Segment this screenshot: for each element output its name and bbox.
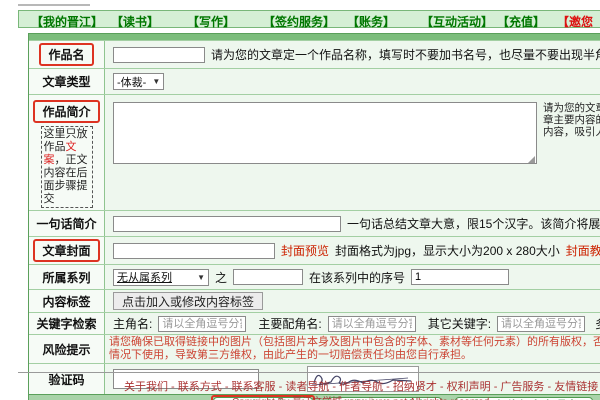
keyword-other-label: 其它关键字: <box>427 317 492 331</box>
series-selected: 无从属系列 <box>117 272 172 284</box>
work-name-hint: 请为您的文章定一个作品名称，填写时不要加书名号，也尽量不要出现半角符号，以免造成… <box>211 48 600 62</box>
series-order-input[interactable] <box>411 269 510 285</box>
footer-divider <box>18 372 600 373</box>
cover-preview-link[interactable]: 封面预览 <box>281 242 329 259</box>
keyword-protagonist-label: 主角名: <box>113 317 153 331</box>
tags-label: 内容标签 <box>42 294 91 309</box>
cover-format-hint: 封面格式为jpg，显示大小为200 x 280大小 <box>335 244 560 258</box>
annotation-box-cover: 文章封面 <box>33 239 100 262</box>
nav-writing[interactable]: 【写作】 <box>187 13 235 30</box>
article-type-label-cell: 文章类型 <box>29 69 105 94</box>
series-select[interactable]: 无从属系列 ▼ <box>113 268 209 286</box>
nav-accounts[interactable]: 【账务】 <box>347 13 395 30</box>
cover-input[interactable] <box>113 242 275 259</box>
row-keywords: 关键字检索 主角名: 主要配角名: 其它关键字: 多个角色名 <box>29 312 600 334</box>
captcha-label-cell: 验证码 <box>29 364 105 394</box>
captcha-label: 验证码 <box>48 372 85 387</box>
work-name-cell: 请为您的文章定一个作品名称，填写时不要加书名号，也尽量不要出现半角符号，以免造成… <box>105 41 600 68</box>
keyword-other-input[interactable] <box>497 315 586 332</box>
nav-my-jinjiang[interactable]: 【我的晋江】 <box>31 13 103 30</box>
risk-text-line1: 请您确保已取得链接中的图片（包括图片本身及图片中包含的字体、素材等任何元素）的所… <box>109 336 600 348</box>
row-article-type: 文章类型 -体裁- ▼ <box>29 68 600 94</box>
work-intro-label-cell: 作品简介 这里只放作品文案，正文内容在后面步骤提交 <box>29 95 105 210</box>
work-intro-textarea-wrap <box>113 102 537 167</box>
row-series: 所属系列 无从属系列 ▼ 之 在该系列中的序号 <box>29 264 600 289</box>
row-cover: 文章封面 封面预览 封面格式为jpg，显示大小为200 x 280大小 封面教程… <box>29 236 600 264</box>
tags-cell: 点击加入或修改内容标签 <box>105 290 600 312</box>
article-type-cell: -体裁- ▼ <box>105 69 600 94</box>
work-name-label-cell: 作品名 <box>29 41 105 68</box>
submission-form: 作品名 请为您的文章定一个作品名称，填写时不要加书名号，也尽量不要出现半角符号，… <box>28 33 600 400</box>
nav-recharge[interactable]: 【充值】 <box>497 13 545 30</box>
risk-cell: 请您确保已取得链接中的图片（包括图片本身及图片中包含的字体、素材等任何元素）的所… <box>105 335 600 363</box>
work-intro-cell: 请为您的文章 章主要内容的 内容，吸引人 <box>105 95 600 210</box>
annotation-box-work-intro: 作品简介 <box>33 100 100 123</box>
article-type-select[interactable]: -体裁- ▼ <box>113 73 165 90</box>
footer-copyright: Copyright By 晋江文学城 www.jjwxc.net All rig… <box>232 393 489 400</box>
one-line-label: 一句话简介 <box>36 217 97 231</box>
series-order-label: 在该系列中的序号 <box>309 270 406 285</box>
cover-tutorial-link[interactable]: 封面教程 <box>566 242 600 259</box>
row-work-intro: 作品简介 这里只放作品文案，正文内容在后面步骤提交 请为您的文章 章主要内容的 … <box>29 94 600 210</box>
work-name-input[interactable] <box>113 46 205 63</box>
resize-grip-icon[interactable] <box>528 156 535 163</box>
work-intro-hint: 请为您的文章 章主要内容的 内容，吸引人 <box>543 102 600 138</box>
keywords-label-cell: 关键字检索 <box>29 313 105 334</box>
risk-label: 风险提示 <box>42 342 91 357</box>
work-intro-hint-line: 请为您的文章 <box>543 102 600 114</box>
cover-cell: 封面预览 封面格式为jpg，显示大小为200 x 280大小 封面教程 【封面 <box>105 237 600 264</box>
nav-contract[interactable]: 【签约服务】 <box>263 13 335 30</box>
row-risk-warning: 风险提示 请您确保已取得链接中的图片（包括图片本身及图片中包含的字体、素材等任何… <box>29 334 600 363</box>
keywords-cell: 主角名: 主要配角名: 其它关键字: 多个角色名 <box>105 313 600 334</box>
nav-invite[interactable]: 【邀您 <box>557 13 593 30</box>
page: 【我的晋江】 【读书】 【写作】 【签约服务】 【账务】 【互动活动】 【充值】… <box>0 0 600 400</box>
annotation-box-work-name: 作品名 <box>39 43 94 66</box>
edit-tags-button[interactable]: 点击加入或修改内容标签 <box>113 292 264 310</box>
chevron-down-icon: ▼ <box>197 272 205 282</box>
chevron-down-icon: ▼ <box>152 77 161 86</box>
keyword-protagonist-input[interactable] <box>158 315 247 332</box>
keywords-tail-hint: 多个角色名 <box>595 315 600 332</box>
work-intro-label: 作品简介 <box>42 105 91 119</box>
series-cell: 无从属系列 ▼ 之 在该系列中的序号 <box>105 265 600 289</box>
work-intro-hint-line: 内容，吸引人 <box>543 126 600 138</box>
work-name-label: 作品名 <box>48 48 85 62</box>
work-intro-hint-line: 章主要内容的 <box>543 114 600 126</box>
one-line-label-cell: 一句话简介 <box>29 211 105 236</box>
nav-activities[interactable]: 【互动活动】 <box>421 13 493 30</box>
tags-label-cell: 内容标签 <box>29 290 105 312</box>
footer-links[interactable]: 关于我们 - 联系方式 - 联系客服 - 读者导航 - 作者导航 - 招纳贤才 … <box>124 378 600 394</box>
series-name-input[interactable] <box>233 269 304 285</box>
nav-reading[interactable]: 【读书】 <box>111 13 159 30</box>
work-intro-note: 这里只放作品文案，正文内容在后面步骤提交 <box>40 126 93 208</box>
top-divider <box>18 4 90 6</box>
risk-text-line2: 情况下使用，导致第三方维权，由此产生的一切赔偿责任均由您自行承担。 <box>109 348 472 361</box>
article-type-selected: -体裁- <box>117 76 147 89</box>
article-type-label: 文章类型 <box>42 75 91 89</box>
one-line-hint: 一句话总结文章大意，限15个汉字。该简介将展示在文 <box>347 217 600 231</box>
risk-label-cell: 风险提示 <box>29 335 105 363</box>
work-intro-textarea[interactable] <box>113 102 537 164</box>
cover-label-cell: 文章封面 <box>29 237 105 264</box>
top-navbar: 【我的晋江】 【读书】 【写作】 【签约服务】 【账务】 【互动活动】 【充值】… <box>18 10 600 30</box>
row-work-name: 作品名 请为您的文章定一个作品名称，填写时不要加书名号，也尽量不要出现半角符号，… <box>29 40 600 68</box>
keyword-supporting-input[interactable] <box>327 315 416 332</box>
keyword-supporting-label: 主要配角名: <box>258 317 322 331</box>
cover-label: 文章封面 <box>42 244 91 258</box>
row-one-line-intro: 一句话简介 一句话总结文章大意，限15个汉字。该简介将展示在文 <box>29 210 600 236</box>
series-label-cell: 所属系列 <box>29 265 105 289</box>
one-line-input[interactable] <box>113 215 341 232</box>
one-line-cell: 一句话总结文章大意，限15个汉字。该简介将展示在文 <box>105 211 600 236</box>
series-connector: 之 <box>215 270 228 285</box>
series-label: 所属系列 <box>42 270 91 285</box>
row-content-tags: 内容标签 点击加入或修改内容标签 <box>29 289 600 312</box>
keywords-label: 关键字检索 <box>36 317 97 331</box>
